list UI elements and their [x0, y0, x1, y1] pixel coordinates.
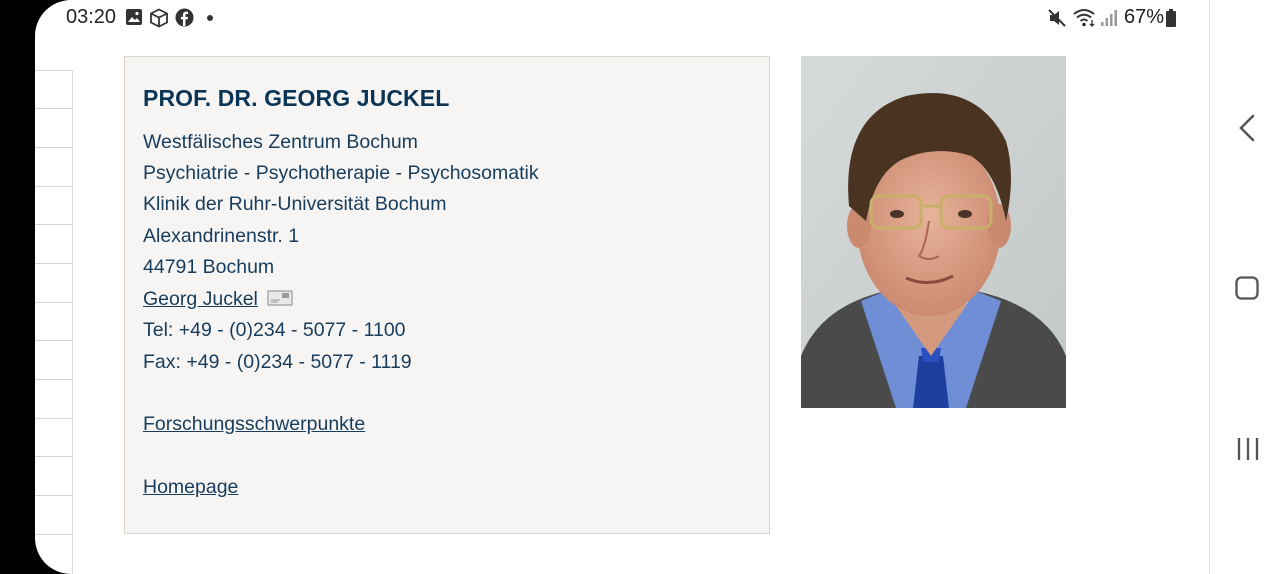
margin-divider: [35, 224, 72, 225]
address-line-clinic: Klinik der Ruhr-Universität Bochum: [143, 193, 447, 215]
system-nav-bar: [1209, 0, 1280, 574]
home-icon[interactable]: [1235, 276, 1259, 300]
image-icon: [126, 9, 142, 25]
margin-divider: [35, 70, 72, 71]
back-icon[interactable]: [1238, 114, 1256, 142]
battery-icon: [1166, 9, 1176, 27]
research-link[interactable]: Forschungsschwerpunkte: [143, 413, 365, 435]
margin-divider: [35, 495, 72, 496]
facebook-icon: [175, 8, 194, 27]
portrait-photo: [801, 56, 1066, 408]
cube-icon: [150, 8, 168, 28]
margin-divider: [35, 302, 72, 303]
contact-card: PROF. DR. GEORG JUCKEL Westfälisches Zen…: [124, 56, 770, 534]
phone-number: Tel: +49 - (0)234 - 5077 - 1100: [143, 319, 406, 341]
contact-name: PROF. DR. GEORG JUCKEL: [143, 85, 450, 111]
address-line-city: 44791 Bochum: [143, 256, 275, 278]
browser-screen: 03:20 67% PROF. DR. GEORG JUCKEL Westfäl…: [35, 0, 1280, 574]
margin-divider: [35, 340, 72, 341]
left-margin-column: [35, 70, 73, 574]
margin-divider: [35, 108, 72, 109]
dot-icon: [207, 15, 213, 21]
wifi-icon: [1073, 9, 1095, 27]
recents-icon[interactable]: [1236, 436, 1260, 462]
battery-percent: 67%: [1124, 6, 1165, 28]
address-line-street: Alexandrinenstr. 1: [143, 225, 300, 247]
margin-divider: [35, 186, 72, 187]
signal-icon: [1101, 10, 1117, 26]
margin-divider: [35, 534, 72, 535]
margin-divider: [35, 379, 72, 380]
margin-divider: [35, 263, 72, 264]
margin-divider: [35, 147, 72, 148]
mute-icon: [1048, 9, 1066, 27]
address-line-department: Psychiatrie - Psychotherapie - Psychosom…: [143, 162, 539, 184]
address-line-institution: Westfälisches Zentrum Bochum: [143, 131, 418, 153]
homepage-row: Homepage: [143, 476, 238, 499]
homepage-link[interactable]: Homepage: [143, 476, 238, 498]
email-link[interactable]: Georg Juckel: [143, 288, 258, 310]
margin-divider: [35, 456, 72, 457]
margin-divider: [35, 418, 72, 419]
envelope-icon[interactable]: [267, 290, 293, 306]
status-time: 03:20: [66, 6, 117, 28]
email-row: Georg Juckel: [143, 288, 293, 311]
research-row: Forschungsschwerpunkte: [143, 413, 365, 436]
fax-number: Fax: +49 - (0)234 - 5077 - 1119: [143, 351, 412, 373]
